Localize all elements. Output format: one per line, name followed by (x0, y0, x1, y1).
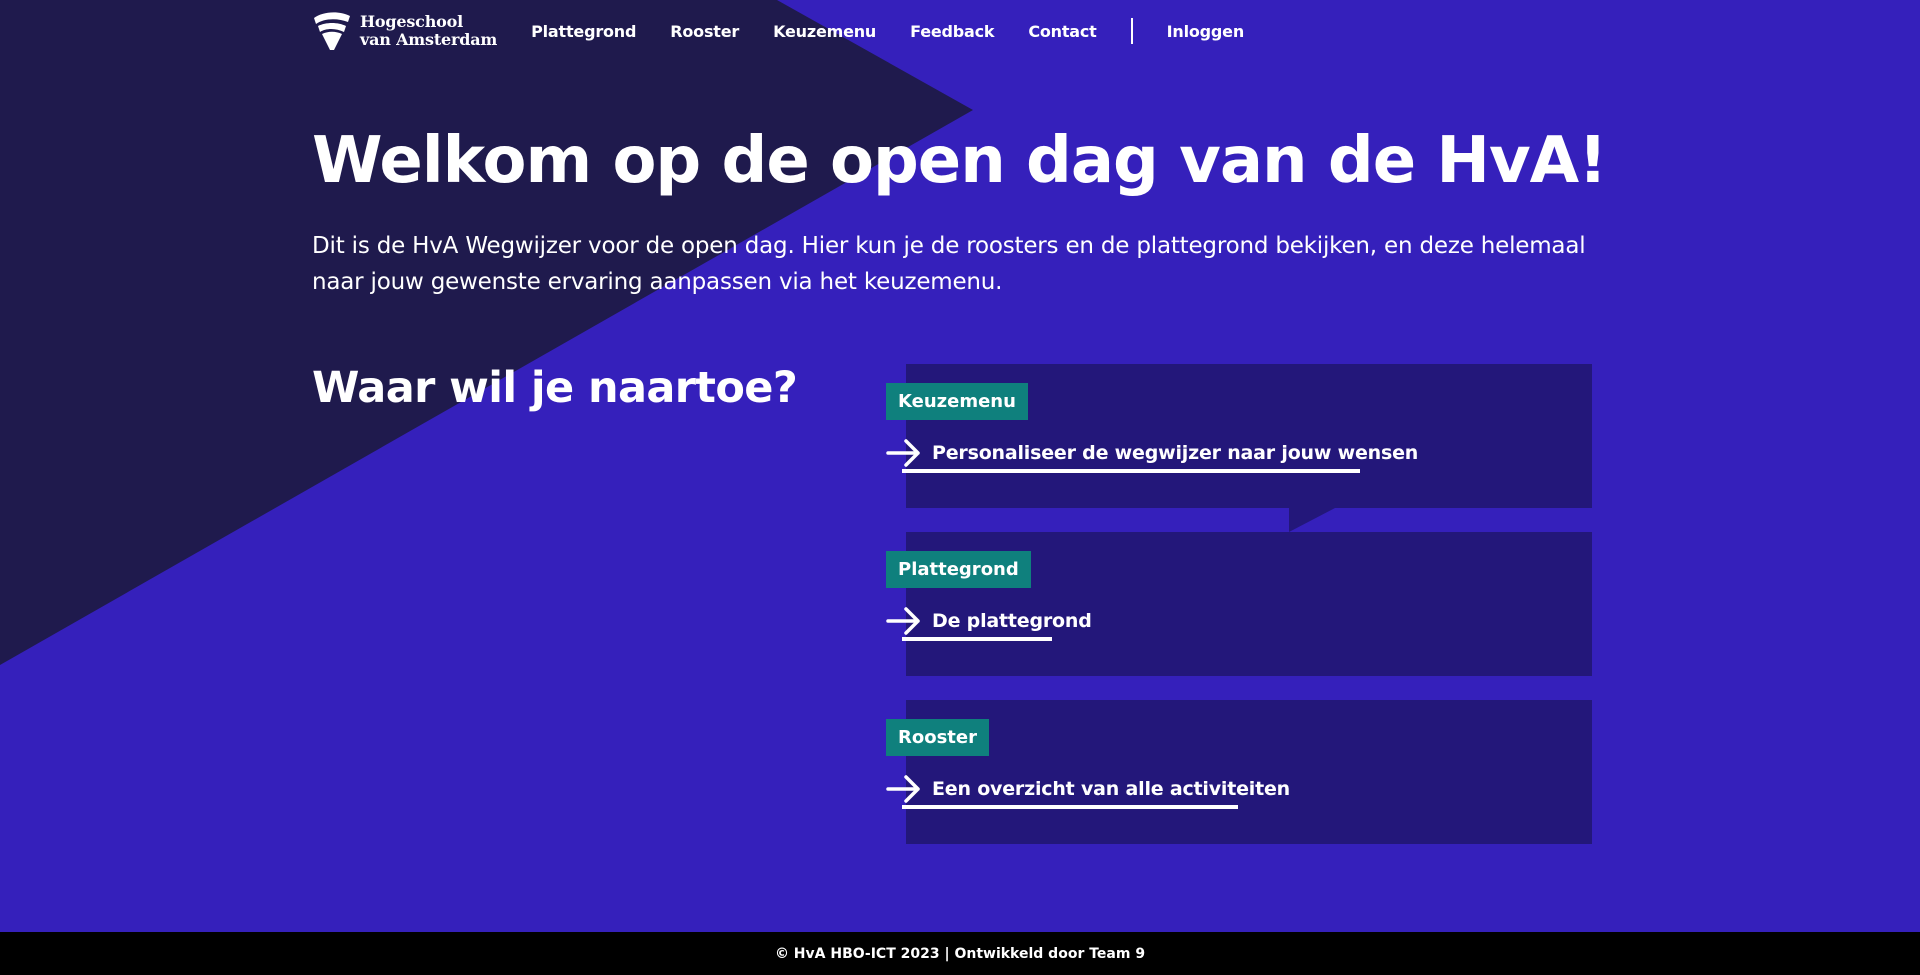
link-underline (902, 805, 1238, 809)
nav-item-rooster[interactable]: Rooster (670, 22, 739, 41)
nav-item-keuzemenu[interactable]: Keuzemenu (773, 22, 876, 41)
card-link-rooster[interactable]: Een overzicht van alle activiteiten (886, 771, 1291, 809)
arrow-right-icon (886, 439, 920, 467)
home-logo-link[interactable]: Hogeschool van Amsterdam (312, 10, 497, 52)
link-underline (902, 637, 1052, 641)
card-tag-keuzemenu: Keuzemenu (886, 383, 1028, 420)
card-link-plattegrond[interactable]: De plattegrond (886, 603, 1092, 641)
nav-item-contact[interactable]: Contact (1028, 22, 1097, 41)
brand-name: Hogeschool van Amsterdam (360, 12, 498, 49)
card-rooster: Rooster Een overzicht van alle activitei… (886, 700, 1592, 844)
card-tag-plattegrond: Plattegrond (886, 551, 1031, 588)
nav-divider (1130, 18, 1133, 44)
arrow-right-icon (886, 775, 920, 803)
card-keuzemenu: Keuzemenu Personaliseer de wegwijzer naa… (886, 364, 1592, 508)
site-footer: © HvA HBO-ICT 2023 | Ontwikkeld door Tea… (0, 932, 1920, 975)
nav-item-feedback[interactable]: Feedback (910, 22, 994, 41)
link-underline (902, 469, 1360, 473)
card-link-text: De plattegrond (932, 610, 1092, 632)
nav-item-plattegrond[interactable]: Plattegrond (531, 22, 636, 41)
card-link-keuzemenu[interactable]: Personaliseer de wegwijzer naar jouw wen… (886, 435, 1419, 473)
login-link[interactable]: Inloggen (1167, 22, 1245, 41)
section-title: Waar wil je naartoe? (312, 363, 798, 413)
site-header: Hogeschool van Amsterdam Plattegrond Roo… (312, 10, 1278, 52)
hva-logo-icon (314, 12, 350, 50)
intro-text: Dit is de HvA Wegwijzer voor de open dag… (312, 233, 1586, 295)
card-link-text: Een overzicht van alle activiteiten (932, 778, 1291, 800)
main-nav: Plattegrond Rooster Keuzemenu Feedback C… (531, 18, 1278, 44)
card-notch (1289, 508, 1335, 532)
card-tag-rooster: Rooster (886, 719, 989, 756)
page-title: Welkom op de open dag van de HvA! (312, 124, 1607, 198)
arrow-right-icon (886, 607, 920, 635)
footer-text: © HvA HBO-ICT 2023 | Ontwikkeld door Tea… (774, 945, 1146, 962)
card-plattegrond: Plattegrond De plattegrond (886, 532, 1592, 676)
card-link-text: Personaliseer de wegwijzer naar jouw wen… (932, 442, 1419, 464)
